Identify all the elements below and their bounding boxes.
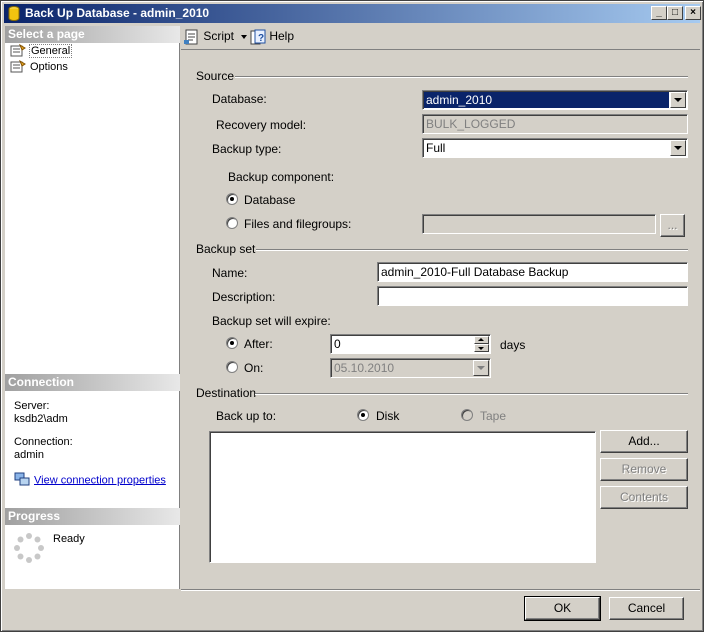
expire-after-radio[interactable] (226, 337, 238, 349)
script-icon (184, 29, 203, 45)
progress-status: Ready (53, 533, 85, 545)
chevron-down-icon[interactable] (670, 92, 686, 108)
backup-type-label: Backup type: (212, 142, 282, 156)
server-label: Server: (14, 400, 50, 412)
component-files-label: Files and filegroups: (244, 217, 352, 231)
left-pane: Select a page General Options Connection… (5, 26, 180, 589)
view-connection-link[interactable]: View connection properties (34, 474, 166, 486)
source-group-label: Source (196, 69, 235, 83)
tape-label: Tape (480, 409, 507, 423)
title-bar[interactable]: Back Up Database - admin_2010 _ □ × (4, 4, 701, 23)
window-title: Back Up Database - admin_2010 (25, 6, 210, 20)
help-label: Help (269, 29, 295, 44)
remove-destination-button: Remove (600, 458, 688, 481)
expire-date-value: 05.10.2010 (334, 361, 395, 375)
spin-down-icon[interactable] (474, 344, 489, 352)
database-select[interactable]: admin_2010 (422, 90, 688, 110)
recovery-model-label: Recovery model: (216, 118, 307, 132)
page-icon (10, 43, 26, 57)
chevron-down-icon (241, 35, 248, 39)
script-label: Script (203, 29, 235, 44)
divider (235, 76, 688, 78)
server-value: ksdb2\adm (14, 413, 68, 425)
help-button[interactable]: ? Help (250, 29, 294, 45)
toolbar: Script ? Help (181, 26, 700, 48)
database-value: admin_2010 (424, 92, 669, 108)
tape-radio (461, 409, 473, 421)
page-item-general[interactable]: General (10, 43, 73, 59)
svg-text:?: ? (258, 33, 264, 44)
destination-list[interactable] (209, 431, 596, 563)
backup-type-value: Full (426, 141, 446, 155)
connection-properties-icon (14, 472, 30, 489)
component-files-radio[interactable] (226, 217, 238, 229)
days-label: days (500, 338, 526, 352)
ok-button[interactable]: OK (524, 596, 601, 621)
name-label: Name: (212, 266, 248, 280)
connection-label: Connection: (14, 436, 73, 448)
expire-on-radio[interactable] (226, 361, 238, 373)
disk-radio[interactable] (357, 409, 369, 421)
progress-header: Progress (5, 508, 180, 525)
divider (256, 249, 688, 251)
backup-set-group-label: Backup set (196, 242, 256, 256)
expire-days-value: 0 (334, 337, 341, 351)
backup-to-label: Back up to: (216, 409, 277, 423)
filegroups-field (422, 214, 656, 234)
divider (181, 589, 700, 591)
chevron-down-icon (473, 360, 489, 376)
add-destination-button[interactable]: Add... (600, 430, 688, 453)
description-input[interactable] (377, 286, 688, 306)
browse-filegroups-button[interactable]: ... (660, 214, 685, 237)
after-label: After: (244, 337, 273, 351)
disk-label: Disk (376, 409, 400, 423)
page-item-options[interactable]: Options (10, 59, 69, 75)
database-label: Database: (212, 92, 267, 106)
cancel-button[interactable]: Cancel (609, 597, 684, 620)
recovery-model-field: BULK_LOGGED (422, 114, 688, 134)
backup-component-label: Backup component: (228, 170, 335, 184)
script-button[interactable]: Script (184, 29, 248, 45)
destination-group-label: Destination (196, 386, 257, 400)
view-connection-properties[interactable]: View connection properties (14, 472, 166, 489)
component-database-label: Database (244, 193, 296, 207)
page-item-label: General (29, 43, 73, 58)
minimize-button[interactable]: _ (651, 6, 667, 20)
expire-label: Backup set will expire: (212, 314, 331, 328)
help-icon: ? (250, 29, 269, 45)
backup-database-window: Back Up Database - admin_2010 _ □ × Sele… (0, 0, 704, 632)
on-label: On: (244, 361, 264, 375)
page-item-label: Options (30, 60, 68, 73)
connection-value: admin (14, 449, 44, 461)
description-label: Description: (212, 290, 276, 304)
contents-button: Contents (600, 486, 688, 509)
maximize-button[interactable]: □ (667, 6, 683, 20)
expire-date-picker: 05.10.2010 (330, 358, 491, 378)
database-icon (8, 6, 20, 21)
progress-spinner-icon (13, 532, 45, 567)
expire-days-spinner[interactable]: 0 (330, 334, 491, 354)
close-button[interactable]: × (685, 6, 701, 20)
divider (255, 393, 688, 395)
backup-type-select[interactable]: Full (422, 138, 688, 158)
chevron-down-icon[interactable] (670, 140, 686, 156)
component-database-radio[interactable] (226, 193, 238, 205)
connection-header: Connection (5, 374, 180, 391)
backup-name-input[interactable]: admin_2010-Full Database Backup (377, 262, 688, 282)
general-page: Source Database: admin_2010 Recovery mod… (181, 49, 700, 589)
page-icon (10, 59, 26, 73)
select-page-header: Select a page (5, 26, 180, 43)
spin-up-icon[interactable] (474, 336, 489, 344)
